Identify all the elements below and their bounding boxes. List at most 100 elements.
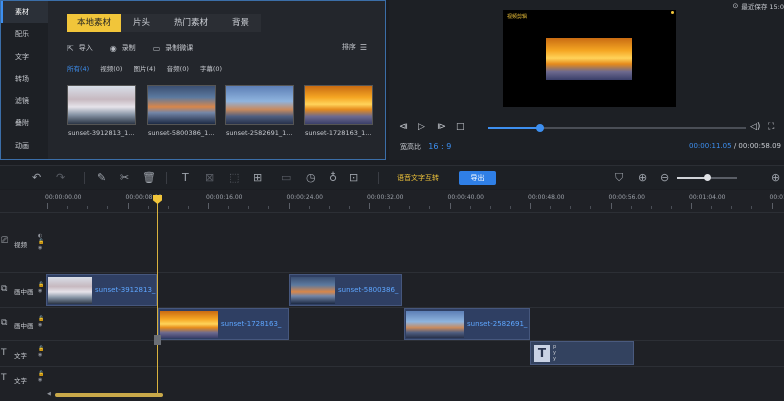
timeline-clip[interactable]: sunset-2582691_ [404, 308, 530, 340]
preview-screen[interactable]: 视频剪辑 [503, 10, 676, 107]
image-icon[interactable]: ⊡ [349, 171, 358, 184]
side-item-overlay[interactable]: 叠附 [1, 112, 48, 134]
cut-icon[interactable]: ✂ [120, 171, 129, 184]
ruler-tick [268, 206, 270, 209]
mosaic-icon[interactable]: ⬚ [229, 171, 239, 184]
crop-icon[interactable]: ⊠ [205, 171, 214, 184]
zoom-slider-knob[interactable] [704, 174, 711, 181]
media-thumb[interactable] [304, 85, 373, 125]
clip-name: sunset-2582691_ [467, 320, 528, 328]
timeline-scrollbar-thumb[interactable] [55, 393, 163, 397]
playhead-grip[interactable] [154, 335, 161, 345]
media-thumb[interactable] [225, 85, 294, 125]
time-display: 00:00:11.05 / 00:00:58.09 [689, 142, 781, 150]
filter-all[interactable]: 所有(4) [67, 63, 89, 73]
ruler-tick [248, 206, 250, 209]
export-button[interactable]: 导出 [459, 171, 496, 185]
track-controls-icon[interactable]: 🔓 ◉ [38, 316, 44, 328]
ruler-tick-label: 00:01:1 [769, 194, 784, 201]
pip-icon[interactable]: ▭ [281, 171, 291, 184]
volume-icon[interactable]: ◁) [750, 122, 760, 132]
playback-controls: ⧏ ▷ ⧐ □ ◁) ⛶ [399, 122, 779, 134]
pip-track-icon: ⧉ [1, 318, 8, 328]
time-ruler[interactable]: 00:00:00.00 00:00:08.00 00:00:16.00 00:00:2… [0, 190, 784, 210]
autosave-status: ⊙ 最近保存 15:0 [732, 1, 784, 11]
ruler-tick [449, 203, 451, 209]
media-thumb-label: sunset-3912813_1... [68, 129, 135, 137]
play-icon[interactable]: ▷ [418, 122, 425, 132]
side-item-filter[interactable]: 滤镜 [1, 90, 48, 112]
zoom-in-icon[interactable]: ⊕ [771, 171, 780, 184]
track-controls-icon[interactable]: 🔓 ◉ [38, 282, 44, 294]
aspect-ratio-value: 16 : 9 [428, 142, 452, 151]
tab-popular[interactable]: 热门素材 [162, 14, 221, 32]
tab-local-media[interactable]: 本地素材 [67, 14, 122, 32]
corner-marker [671, 11, 674, 14]
filter-video[interactable]: 视频(0) [100, 63, 122, 73]
record-button[interactable]: ◉ 录制 [110, 43, 136, 53]
scroll-left-icon[interactable]: ◀ [47, 391, 51, 397]
sort-button[interactable]: 排序 ☰ [342, 42, 367, 52]
split-screen-icon[interactable]: ⊞ [253, 171, 262, 184]
text-tool-icon[interactable]: T [182, 171, 189, 184]
side-item-animation[interactable]: 动画 [1, 135, 48, 157]
redo-icon[interactable]: ↷ [56, 171, 65, 184]
playhead[interactable] [153, 195, 162, 397]
microphone-icon[interactable]: ♁ [329, 171, 337, 184]
ruler-tick [67, 206, 69, 209]
timeline-clip[interactable]: sunset-1728163_ [158, 308, 289, 340]
marker-icon[interactable]: ⛉ [615, 171, 623, 185]
speech-to-text-button[interactable]: 语音文字互转 [397, 173, 439, 183]
delete-icon[interactable]: 🗑 [142, 171, 156, 184]
undo-icon[interactable]: ↶ [32, 171, 41, 184]
import-button[interactable]: ⇱ 导入 [67, 43, 93, 53]
side-item-material[interactable]: 素材 [1, 1, 48, 24]
sort-label: 排序 [341, 43, 356, 51]
filter-subtitle[interactable]: 字幕(0) [200, 63, 222, 73]
ruler-tick [228, 206, 230, 209]
ruler-tick [369, 203, 370, 209]
media-thumb-label: sunset-5800386_1... [148, 129, 215, 137]
edit-icon[interactable]: ✎ [97, 171, 106, 184]
filter-image[interactable]: 图片(4) [133, 63, 155, 73]
video-track: ⎚ 视频 ◐ 🔓 ◉ [0, 212, 784, 272]
zoom-slider[interactable] [677, 174, 737, 181]
screen-record-icon: ▭ [152, 43, 161, 53]
tab-background[interactable]: 背景 [220, 14, 262, 32]
tab-intro[interactable]: 片头 [121, 14, 163, 32]
timeline: 00:00:00.00 00:00:08.00 00:00:16.00 00:00:2… [0, 190, 784, 401]
aspect-ratio[interactable]: 宽高比 16 : 9 [400, 142, 451, 152]
timeline-clip[interactable]: sunset-3912813_ [46, 274, 157, 306]
duration-icon[interactable]: ◷ [306, 171, 316, 184]
next-frame-icon[interactable]: ⧐ [437, 122, 446, 132]
import-icon: ⇱ [67, 43, 74, 53]
side-item-text[interactable]: 文字 [1, 46, 48, 68]
ruler-tick-label: 00:00:40.00 [447, 194, 485, 201]
ruler-tick [691, 203, 692, 209]
media-thumb[interactable] [67, 85, 136, 125]
timeline-clip[interactable]: sunset-5800386_ [289, 274, 402, 306]
timeline-scrollbar[interactable]: ◀ [47, 391, 784, 397]
track-controls-icon[interactable]: 🔓 ◉ [38, 371, 44, 383]
ruler-tick [711, 206, 713, 209]
stop-icon[interactable]: □ [456, 122, 465, 132]
text-clip-line: y [553, 356, 556, 362]
fullscreen-icon[interactable]: ⛶ [768, 122, 774, 132]
zoom-fit-icon[interactable]: ⊕ [638, 171, 647, 184]
ruler-tick-label: 00:00:48.00 [528, 194, 565, 201]
prev-frame-icon[interactable]: ⧏ [399, 122, 408, 132]
text-clip[interactable]: T p y y [530, 341, 634, 365]
time-separator: / [733, 142, 737, 150]
seek-knob[interactable] [535, 124, 544, 132]
record-screen-button[interactable]: ▭ 录制微课 [153, 43, 194, 53]
media-thumb[interactable] [147, 85, 216, 125]
filter-audio[interactable]: 音频(0) [167, 63, 189, 73]
side-item-transition[interactable]: 转场 [1, 68, 48, 90]
preview-panel: ⊙ 最近保存 15:0 视频剪辑 ⧏ ▷ ⧐ □ ◁) ⛶ 宽高比 16 : 9… [389, 0, 784, 160]
track-controls-icon[interactable]: 🔓 ◉ [38, 346, 44, 358]
side-item-music[interactable]: 配乐 [1, 23, 48, 45]
zoom-out-icon[interactable]: ⊖ [660, 171, 669, 184]
seek-bar[interactable] [488, 124, 746, 132]
current-time: 00:00:11.05 [689, 142, 732, 150]
track-controls-icon[interactable]: ◐ 🔓 ◉ [38, 233, 44, 251]
